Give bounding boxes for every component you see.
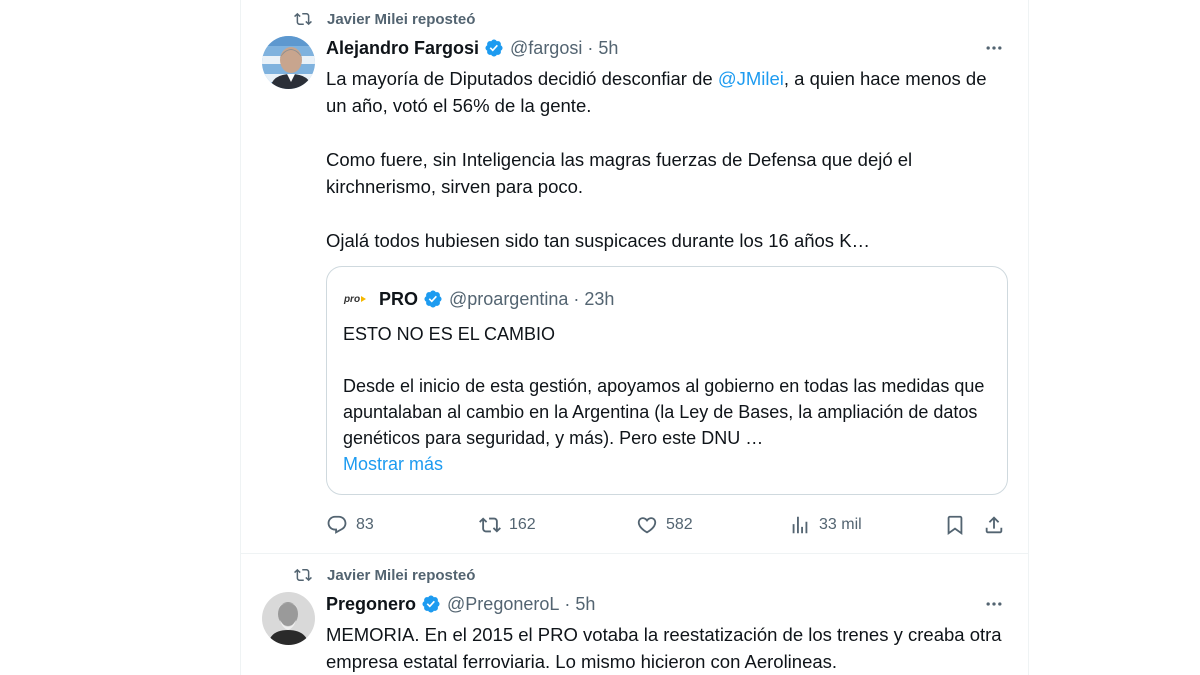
views-button[interactable]: 33 mil — [789, 511, 862, 539]
tweet-actions: 83 162 582 33 mil — [326, 511, 1008, 539]
verified-badge-icon — [423, 289, 443, 309]
quoted-paragraph: ESTO NO ES EL CAMBIO — [343, 324, 556, 344]
tweet-paragraph: MEMORIA. En el 2015 el PRO votaba la ree… — [326, 624, 1002, 672]
timeline-column: Javier Milei reposteó Alejandro Fargosi … — [240, 0, 1029, 675]
tweet-header: Alejandro Fargosi @fargosi · 5h — [326, 36, 618, 60]
verified-badge-icon[interactable] — [484, 38, 504, 58]
text-segment: La mayoría de Diputados decidió desconfi… — [326, 68, 718, 89]
quoted-tweet-header: pro PRO @proargentina · 23h — [343, 287, 614, 311]
tweet-paragraph: La mayoría de Diputados decidió desconfi… — [326, 65, 1006, 119]
quoted-author-name: PRO — [379, 288, 419, 309]
quoted-author-handle: @proargentina — [449, 288, 569, 309]
tweet-text: La mayoría de Diputados decidió desconfi… — [326, 65, 1006, 254]
repost-button[interactable]: 162 — [479, 511, 536, 539]
views-chart-icon — [789, 514, 811, 536]
tweet-text: MEMORIA. En el 2015 el PRO votaba la ree… — [326, 621, 1006, 675]
view-count: 33 mil — [819, 516, 862, 533]
tweet-paragraph: Ojalá todos hubiesen sido tan suspicaces… — [326, 230, 871, 251]
logo-text: pro — [343, 293, 361, 305]
repost-count: 162 — [509, 516, 536, 533]
separator: · — [573, 288, 580, 309]
mention-link[interactable]: @JMilei — [718, 68, 784, 89]
separator: · — [564, 593, 571, 614]
repost-icon — [479, 514, 501, 536]
repost-label: Javier Milei reposteó — [327, 10, 476, 28]
author-handle[interactable]: @fargosi — [510, 38, 582, 59]
quoted-timestamp: 23h — [584, 288, 615, 309]
repost-context[interactable]: Javier Milei reposteó — [293, 565, 475, 585]
tweet[interactable]: Javier Milei reposteó Alejandro Fargosi … — [241, 0, 1028, 554]
quoted-tweet-text: ESTO NO ES EL CAMBIO Desde el inicio de … — [343, 321, 993, 477]
bookmark-icon — [944, 514, 966, 536]
verified-badge-icon[interactable] — [421, 594, 441, 614]
author-name[interactable]: Alejandro Fargosi — [326, 38, 479, 59]
logo-arrow-icon — [361, 296, 367, 302]
author-name[interactable]: Pregonero — [326, 594, 416, 615]
author-handle[interactable]: @PregoneroL — [447, 594, 559, 615]
reply-count: 83 — [356, 516, 374, 533]
avatar[interactable] — [262, 592, 315, 645]
reply-icon — [326, 514, 348, 536]
timestamp[interactable]: 5h — [598, 38, 618, 59]
separator: · — [587, 37, 594, 58]
avatar[interactable] — [262, 36, 315, 89]
timestamp[interactable]: 5h — [575, 594, 595, 615]
quoted-tweet[interactable]: pro PRO @proargentina · 23h ESTO NO ES E… — [326, 266, 1008, 495]
tweet-header: Pregonero @PregoneroL · 5h — [326, 592, 595, 616]
pro-logo-avatar[interactable]: pro — [343, 287, 367, 311]
share-button[interactable] — [983, 511, 1013, 539]
tweet[interactable]: Javier Milei reposteó Pregonero @Pregone… — [241, 554, 1028, 675]
repost-context[interactable]: Javier Milei reposteó — [293, 9, 475, 29]
show-more-link[interactable]: Mostrar más — [343, 451, 993, 477]
bookmark-button[interactable] — [944, 511, 974, 539]
share-icon — [983, 514, 1005, 536]
like-count: 582 — [666, 516, 693, 533]
repost-icon — [293, 9, 313, 29]
like-button[interactable]: 582 — [636, 511, 693, 539]
repost-icon — [293, 565, 313, 585]
tweet-paragraph: Como fuere, sin Inteligencia las magras … — [326, 149, 913, 197]
heart-icon — [636, 514, 658, 536]
more-options-icon[interactable] — [982, 36, 1006, 60]
repost-label: Javier Milei reposteó — [327, 566, 476, 584]
more-options-icon[interactable] — [982, 592, 1006, 616]
reply-button[interactable]: 83 — [326, 511, 374, 539]
quoted-paragraph: Desde el inicio de esta gestión, apoyamo… — [343, 376, 985, 448]
